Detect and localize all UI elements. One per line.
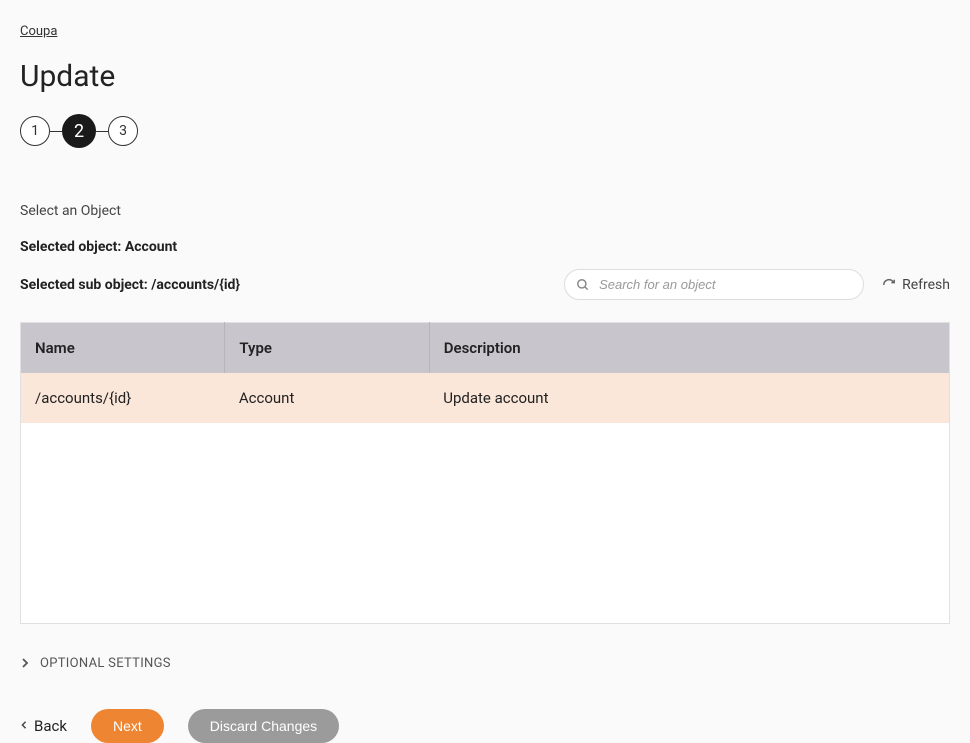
step-2[interactable]: 2 (62, 114, 96, 148)
back-label: Back (34, 717, 67, 735)
optional-settings-toggle[interactable]: OPTIONAL SETTINGS (20, 656, 950, 671)
back-button[interactable]: Back (20, 717, 67, 735)
table-empty-area (21, 423, 950, 623)
breadcrumb-coupa[interactable]: Coupa (20, 24, 57, 39)
selected-object-line: Selected object: Account (20, 239, 950, 255)
chevron-right-icon (20, 658, 30, 668)
refresh-label: Refresh (902, 277, 950, 293)
footer-actions: Back Next Discard Changes (20, 709, 950, 743)
refresh-icon (882, 278, 896, 292)
search-icon (576, 278, 590, 292)
search-input[interactable] (564, 269, 864, 300)
step-connector (96, 131, 108, 132)
stepper: 1 2 3 (20, 114, 950, 148)
table-header-type[interactable]: Type (225, 323, 429, 374)
cell-name: /accounts/{id} (21, 373, 225, 423)
cell-description: Update account (429, 373, 949, 423)
table-header-name[interactable]: Name (21, 323, 225, 374)
refresh-button[interactable]: Refresh (882, 277, 950, 293)
chevron-left-icon (20, 721, 28, 731)
table-header-description[interactable]: Description (429, 323, 949, 374)
selected-sub-object-line: Selected sub object: /accounts/{id} (20, 277, 240, 293)
discard-button[interactable]: Discard Changes (188, 709, 339, 743)
next-button[interactable]: Next (91, 709, 164, 743)
step-1[interactable]: 1 (20, 116, 50, 146)
object-table: Name Type Description /accounts/{id} Acc… (20, 322, 950, 624)
step-connector (50, 131, 62, 132)
table-row[interactable]: /accounts/{id} Account Update account (21, 373, 950, 423)
cell-type: Account (225, 373, 429, 423)
search-wrap (564, 269, 864, 300)
page-title: Update (20, 59, 950, 94)
select-object-label: Select an Object (20, 203, 950, 219)
optional-settings-label: OPTIONAL SETTINGS (40, 656, 171, 671)
step-3[interactable]: 3 (108, 116, 138, 146)
